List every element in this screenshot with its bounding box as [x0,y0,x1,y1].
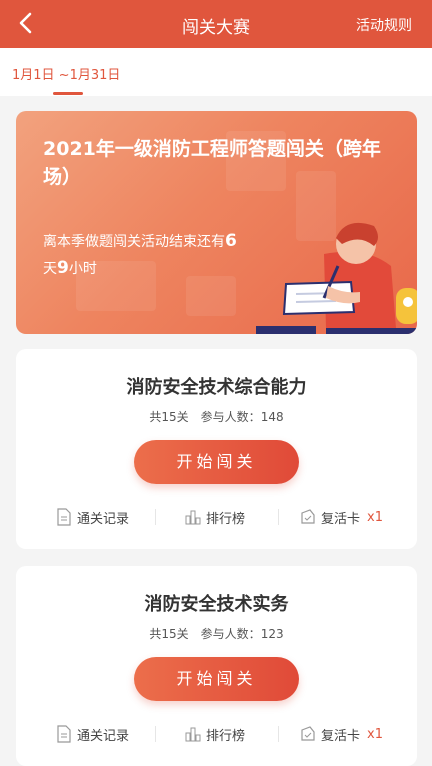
ranking-button[interactable]: 排行榜 [185,721,245,747]
records-button[interactable]: 通关记录 [56,504,129,530]
records-label: 通关记录 [77,511,130,527]
countdown-days: 6 [225,231,237,251]
divider [155,726,156,742]
participants-label: 参与人数： [200,410,261,424]
records-label: 通关记录 [77,728,130,744]
start-challenge-button[interactable]: 开始闯关 [134,440,299,484]
card-meta: 共15关 参与人数：148 [16,408,417,425]
divider [278,726,279,742]
participants: 参与人数：123 [201,627,284,641]
divider [278,509,279,525]
revive-label: 复活卡 [321,728,361,744]
start-challenge-button[interactable]: 开始闯关 [134,657,299,701]
document-icon [56,508,72,526]
card-title: 消防安全技术实务 [144,594,289,615]
date-tab-indicator [53,92,83,95]
countdown-day-unit: 天 [43,261,57,277]
revive-count: x1 [367,509,383,525]
bar-chart-icon [185,726,201,742]
header-bar: 闯关大赛 活动规则 [0,0,432,48]
card-title: 消防安全技术综合能力 [126,377,307,398]
revive-card-button[interactable]: 复活卡 x1 [300,504,383,530]
records-button[interactable]: 通关记录 [56,721,129,747]
revive-card-button[interactable]: 复活卡 x1 [300,721,383,747]
banner-title: 2021年一级消防工程师答题闯关（跨年场） [43,138,381,188]
countdown-hours: 9 [57,258,69,278]
challenge-card: 消防安全技术综合能力 共15关 参与人数：148 开始闯关 通关记录 排行榜 复活… [16,349,417,549]
participants-label: 参与人数： [200,627,261,641]
card-actions: 通关记录 排行榜 复活卡 x1 [16,504,417,530]
participants: 参与人数：148 [201,410,284,424]
level-count: 共15关 [149,410,189,424]
revive-card-icon [300,509,316,525]
date-range-tab[interactable]: 1月1日 ~1月31日 [12,64,120,83]
ranking-label: 排行榜 [206,511,246,527]
card-actions: 通关记录 排行榜 复活卡 x1 [16,721,417,747]
divider [155,509,156,525]
challenge-card: 消防安全技术实务 共15关 参与人数：123 开始闯关 通关记录 排行榜 复活卡 x… [16,566,417,766]
document-icon [56,725,72,743]
ranking-label: 排行榜 [206,728,246,744]
revive-label: 复活卡 [321,511,361,527]
level-count: 共15关 [149,627,189,641]
revive-card-icon [300,726,316,742]
participants-count: 123 [260,627,284,641]
revive-count: x1 [367,726,383,742]
event-banner: 2021年一级消防工程师答题闯关（跨年场） 离本季做题闯关活动结束还有6 天9小… [16,111,417,334]
countdown-hour-unit: 小时 [68,261,97,277]
participants-count: 148 [260,410,284,424]
date-tab-bar: 1月1日 ~1月31日 [0,48,432,96]
activity-rules-link[interactable]: 活动规则 [356,15,412,35]
bar-chart-icon [185,509,201,525]
card-meta: 共15关 参与人数：123 [16,625,417,642]
ranking-button[interactable]: 排行榜 [185,504,245,530]
countdown-prefix: 离本季做题闯关活动结束还有 [43,234,225,250]
student-illustration [256,222,417,334]
